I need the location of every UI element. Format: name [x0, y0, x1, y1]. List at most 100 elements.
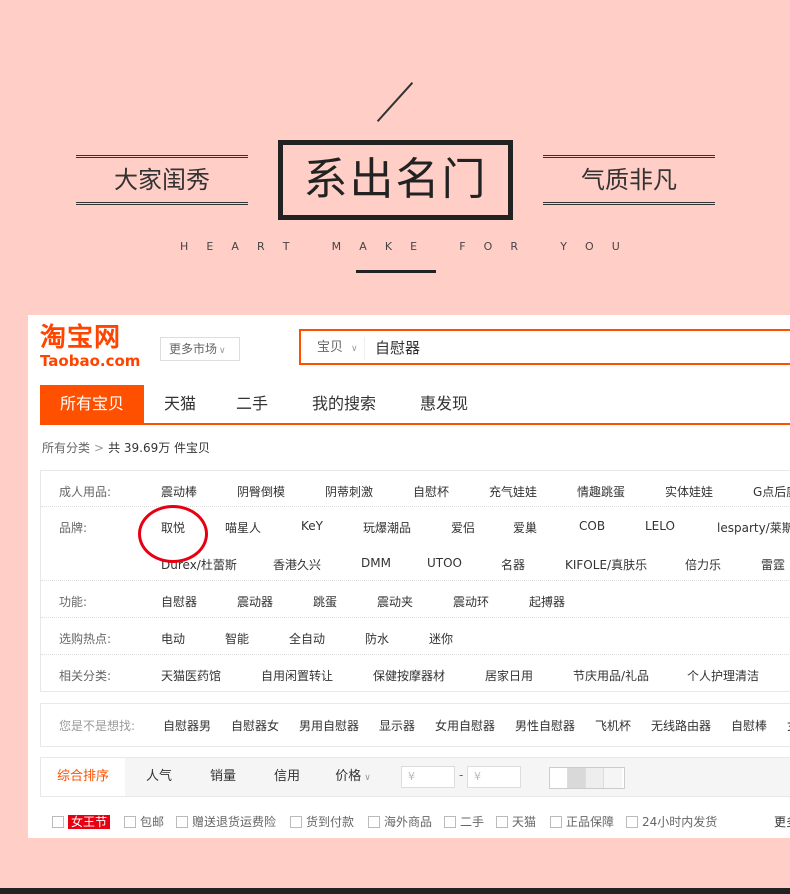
price-max-input[interactable]: ¥ — [467, 766, 521, 788]
suggest-item[interactable]: 无线路由器 — [651, 717, 711, 734]
check-second-hand[interactable]: 二手 — [444, 813, 484, 830]
brand-option[interactable]: 喵星人 — [225, 519, 261, 536]
filter-option[interactable]: 迷你 — [429, 630, 453, 647]
check-cod[interactable]: 货到付款 — [290, 813, 354, 830]
range-bar — [568, 768, 586, 788]
filter-option[interactable]: 震动环 — [453, 593, 489, 610]
brand-option[interactable]: DMM — [361, 556, 391, 570]
checkbox[interactable] — [176, 816, 188, 828]
promo-banner: 大家闺秀 系出名门 气质非凡 H E A R T M A K E F O R Y… — [0, 0, 790, 310]
filter-option[interactable]: 起搏器 — [529, 593, 565, 610]
checkbox[interactable] — [496, 816, 508, 828]
filter-option[interactable]: 电动 — [161, 630, 185, 647]
tab-tmall[interactable]: 天猫 — [146, 385, 214, 423]
filter-option[interactable]: 个人护理清洁 — [687, 667, 759, 684]
suggest-item[interactable]: 自慰棒 — [731, 717, 767, 734]
checkbox-filter-row: 女王节 包邮 赠送退货运费险 货到付款 海外商品 二手 天猫 正品保障 24小时… — [40, 807, 790, 835]
sort-price[interactable]: 价格 ∨ — [323, 758, 383, 796]
search-box[interactable]: 宝贝 ∨ — [299, 329, 790, 365]
checkbox[interactable] — [444, 816, 456, 828]
check-free-shipping[interactable]: 包邮 — [124, 813, 164, 830]
tab-second-hand[interactable]: 二手 — [216, 385, 288, 423]
checkbox[interactable] — [626, 816, 638, 828]
filter-option[interactable]: 跳蛋 — [313, 593, 337, 610]
brand-option[interactable]: 雷霆 — [761, 556, 785, 573]
banner-main-text: 系出名门 — [303, 154, 488, 205]
brand-option[interactable]: LELO — [645, 519, 675, 533]
brand-option[interactable]: 香港久兴 — [273, 556, 321, 573]
tab-discover[interactable]: 惠发现 — [400, 385, 488, 423]
highlight-circle — [138, 505, 208, 563]
checkbox[interactable] — [290, 816, 302, 828]
suggest-item[interactable]: 飞机杯 — [595, 717, 631, 734]
check-24h-ship[interactable]: 24小时内发货 — [626, 813, 717, 830]
filter-option[interactable]: 阴臀倒模 — [237, 483, 285, 500]
filter-option[interactable]: 自慰杯 — [413, 483, 449, 500]
filter-option[interactable]: 天猫医药馆 — [161, 667, 221, 684]
brand-option[interactable]: KIFOLE/真肤乐 — [565, 556, 647, 573]
checkbox[interactable] — [124, 816, 136, 828]
logo-en-text: Taobao.com — [40, 352, 141, 370]
suggest-item[interactable]: 男用自慰器 — [299, 717, 359, 734]
checkbox[interactable] — [368, 816, 380, 828]
suggest-item[interactable]: 男性自慰器 — [515, 717, 575, 734]
sort-sales[interactable]: 销量 — [193, 758, 253, 796]
brand-option[interactable]: 玩爆潮品 — [363, 519, 411, 536]
brand-option[interactable]: COB — [579, 519, 605, 533]
check-tmall[interactable]: 天猫 — [496, 813, 536, 830]
suggest-item[interactable]: 女用自慰器 — [435, 717, 495, 734]
tab-all-items[interactable]: 所有宝贝 — [40, 385, 144, 423]
chevron-down-icon: ∨ — [364, 773, 371, 783]
sort-default[interactable]: 综合排序 — [41, 758, 125, 796]
filter-option[interactable]: 防水 — [365, 630, 389, 647]
breadcrumb: 所有分类 > 共 39.69万 件宝贝 — [42, 439, 210, 456]
filter-option[interactable]: 全自动 — [289, 630, 325, 647]
filter-option[interactable]: 实体娃娃 — [665, 483, 713, 500]
market-label: 更多市场 — [169, 342, 218, 356]
checkbox[interactable] — [52, 816, 64, 828]
filter-option[interactable]: 震动棒 — [161, 483, 197, 500]
tagline-letter: A — [231, 240, 239, 253]
brand-option[interactable]: 爱巢 — [513, 519, 537, 536]
brand-option[interactable]: KeY — [301, 519, 323, 533]
price-range-chart[interactable] — [549, 767, 625, 789]
check-queen-festival[interactable]: 女王节 — [52, 813, 111, 830]
search-input[interactable] — [375, 336, 775, 360]
filter-option[interactable]: 充气娃娃 — [489, 483, 537, 500]
price-min-input[interactable]: ¥ — [401, 766, 455, 788]
suggest-item[interactable]: 自慰器女 — [231, 717, 279, 734]
brand-option[interactable]: 倍力乐 — [685, 556, 721, 573]
filter-option[interactable]: 节庆用品/礼品 — [573, 667, 649, 684]
search-scope-select[interactable]: 宝贝 ∨ — [305, 337, 365, 360]
taobao-search-page: 淘宝网 Taobao.com 更多市场∨ 宝贝∨ 所有宝贝 天猫 二手 我的搜索… — [28, 315, 790, 838]
filter-option[interactable]: G点后庭 — [753, 483, 790, 500]
filter-option[interactable]: 震动器 — [237, 593, 273, 610]
sort-credit[interactable]: 信用 — [257, 758, 317, 796]
more-filters-link[interactable]: 更多 — [774, 813, 790, 830]
suggest-item[interactable]: 显示器 — [379, 717, 415, 734]
check-return-insurance[interactable]: 赠送退货运费险 — [176, 813, 276, 830]
filter-option[interactable]: 智能 — [225, 630, 249, 647]
sort-popularity[interactable]: 人气 — [129, 758, 189, 796]
breadcrumb-root[interactable]: 所有分类 — [42, 441, 90, 455]
filter-option[interactable]: 阴蒂刺激 — [325, 483, 373, 500]
taobao-logo[interactable]: 淘宝网 Taobao.com — [40, 323, 148, 369]
filter-option[interactable]: 居家日用 — [485, 667, 533, 684]
brand-option[interactable]: UTOO — [427, 556, 462, 570]
filter-option[interactable]: 保健按摩器材 — [373, 667, 445, 684]
check-genuine[interactable]: 正品保障 — [550, 813, 614, 830]
more-markets-dropdown[interactable]: 更多市场 ∨ — [160, 337, 240, 361]
tagline-letter: A — [359, 240, 367, 253]
brand-option[interactable]: lesparty/莱斯帕 — [717, 519, 790, 536]
filter-option[interactable]: 自用闲置转让 — [261, 667, 333, 684]
filter-option[interactable]: 震动夹 — [377, 593, 413, 610]
brand-option[interactable]: 爱侣 — [451, 519, 475, 536]
tagline-letter: R — [257, 240, 265, 253]
brand-option[interactable]: 名器 — [501, 556, 525, 573]
tab-my-search[interactable]: 我的搜索 — [294, 385, 394, 423]
filter-option[interactable]: 情趣跳蛋 — [577, 483, 625, 500]
check-overseas[interactable]: 海外商品 — [368, 813, 432, 830]
checkbox[interactable] — [550, 816, 562, 828]
filter-option[interactable]: 自慰器 — [161, 593, 197, 610]
suggest-item[interactable]: 自慰器男 — [163, 717, 211, 734]
